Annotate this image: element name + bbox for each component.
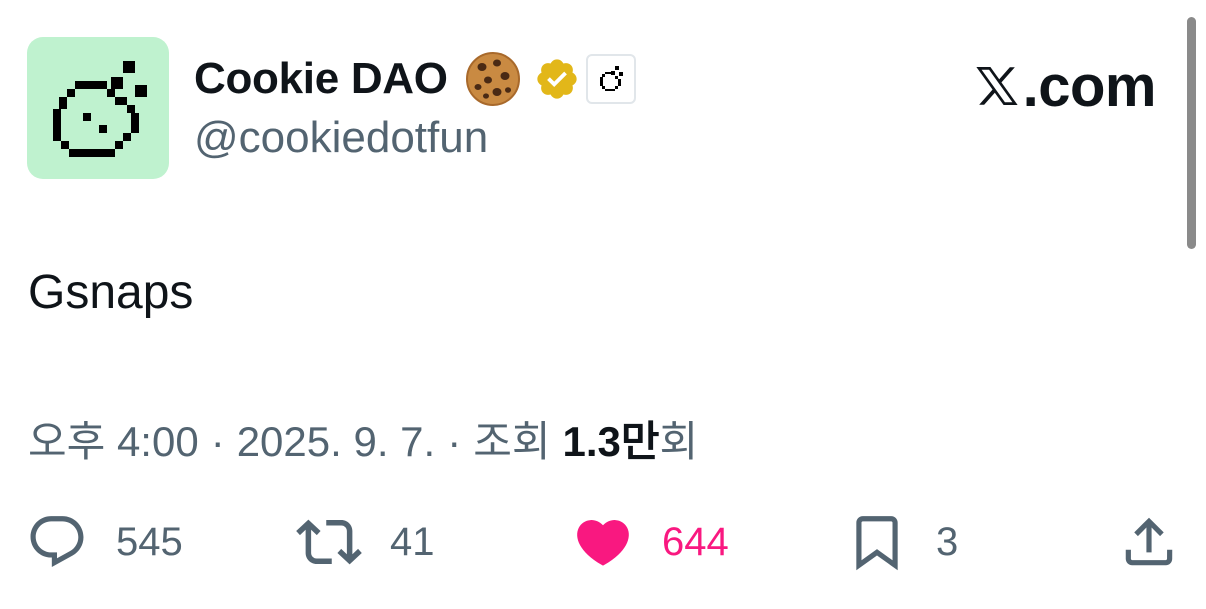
x-brand-text: .com bbox=[1022, 53, 1157, 119]
bookmark-icon bbox=[856, 516, 898, 571]
share-button[interactable] bbox=[1118, 510, 1180, 574]
tweet-time[interactable]: 오후 4:00 bbox=[28, 408, 199, 469]
affiliate-badge[interactable] bbox=[585, 54, 636, 104]
views-label: 조회 bbox=[473, 418, 551, 465]
repost-count: 41 bbox=[390, 519, 435, 564]
tweet-meta: 오후 4:00 · 2025. 9. 7. · 조회 1.3만 회 bbox=[28, 408, 698, 469]
verified-gold-badge-icon[interactable] bbox=[534, 56, 580, 102]
author-name-row: Cookie DAO bbox=[194, 50, 636, 108]
cookie-emoji-icon bbox=[465, 52, 520, 106]
tweet-text: Gsnaps bbox=[28, 266, 194, 319]
scrollbar[interactable] bbox=[1187, 17, 1196, 249]
like-button[interactable]: 644 bbox=[572, 510, 729, 574]
views-count[interactable]: 1.3만 bbox=[562, 408, 659, 469]
x-logo-icon bbox=[975, 67, 1018, 105]
affiliate-cookie-icon bbox=[599, 66, 623, 91]
author-avatar[interactable] bbox=[27, 37, 169, 179]
share-icon bbox=[1125, 517, 1173, 566]
like-count: 644 bbox=[662, 519, 729, 564]
author-handle[interactable]: @cookiedotfun bbox=[194, 113, 488, 163]
repost-icon bbox=[296, 519, 362, 565]
reply-icon bbox=[30, 516, 84, 568]
repost-button[interactable]: 41 bbox=[296, 510, 435, 574]
action-bar: 545 41 644 3 bbox=[0, 510, 1206, 574]
tweet-date[interactable]: 2025. 9. 7. bbox=[237, 418, 436, 466]
reply-count: 545 bbox=[116, 519, 183, 564]
author-display-name[interactable]: Cookie DAO bbox=[194, 54, 448, 104]
tweet-card: Cookie DAO @cookiedotfun .com Gsnaps 오후 … bbox=[0, 0, 1206, 609]
meta-separator: · bbox=[210, 418, 225, 465]
meta-separator: · bbox=[447, 418, 462, 465]
x-brand: .com bbox=[973, 54, 1157, 119]
bookmark-count: 3 bbox=[936, 519, 959, 564]
bookmark-button[interactable]: 3 bbox=[846, 510, 958, 574]
cookie-pixel-logo bbox=[53, 61, 147, 157]
heart-filled-icon bbox=[577, 520, 629, 566]
views-suffix: 회 bbox=[659, 418, 699, 465]
reply-button[interactable]: 545 bbox=[26, 510, 183, 574]
